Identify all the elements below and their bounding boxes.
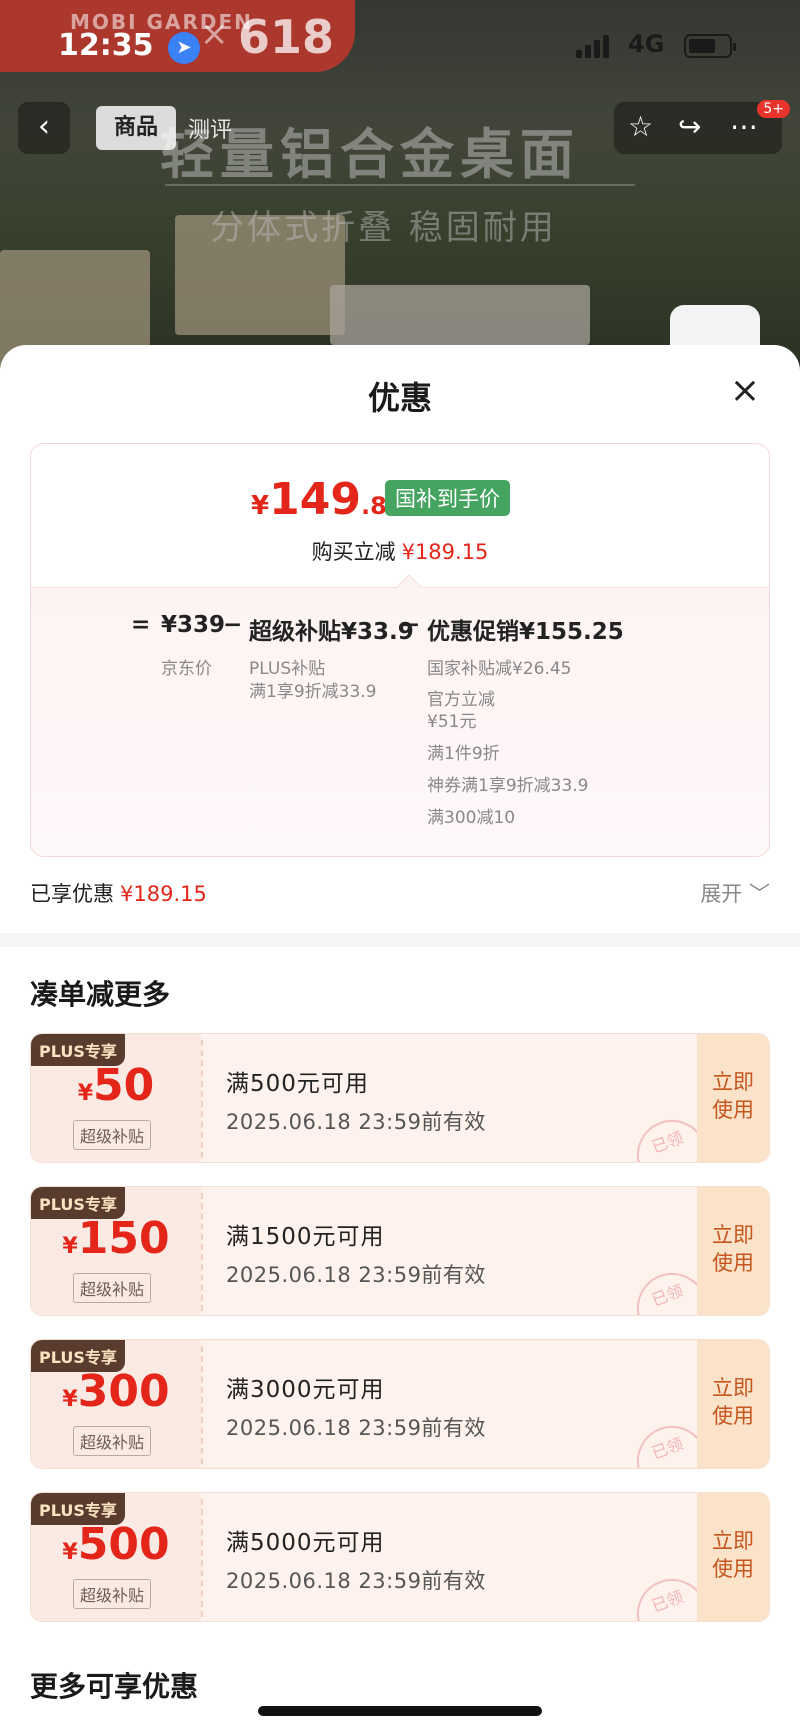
coupon-expiry: 2025.06.18 23:59前有效 xyxy=(226,1110,486,1134)
super-subsidy: 超级补贴¥33.9 xyxy=(249,619,414,645)
promo-detail: 神券满1享9折减33.9 xyxy=(427,776,589,796)
more-icon[interactable]: ⋯ xyxy=(730,110,758,143)
promo-detail: 国家补贴减¥26.45 xyxy=(427,659,572,679)
network-label: 4G xyxy=(628,30,665,58)
coupon-condition: 满1500元可用 xyxy=(226,1224,385,1250)
minus-sign: − xyxy=(401,612,421,638)
coupon-amount: ¥300 xyxy=(62,1366,170,1417)
subsidy-detail: PLUS补贴 xyxy=(249,659,326,679)
home-indicator[interactable] xyxy=(258,1706,542,1716)
battery-icon xyxy=(684,34,736,58)
instant-discount: 购买立减 ¥189.15 xyxy=(311,540,489,564)
coupon-type-label: 超级补贴 xyxy=(73,1120,152,1150)
equals-sign: = xyxy=(131,612,151,638)
coupon-condition: 满5000元可用 xyxy=(226,1530,385,1556)
coupon-amount: ¥150 xyxy=(62,1213,170,1264)
tab-product[interactable]: 商品 xyxy=(96,106,176,150)
coupon-card[interactable]: PLUS专享 ¥300 超级补贴 满3000元可用 2025.06.18 23:… xyxy=(30,1339,770,1469)
section-title-bundle: 凑单减更多 xyxy=(30,978,171,1011)
coupon-type-label: 超级补贴 xyxy=(73,1579,152,1609)
use-now-button[interactable]: 立即 使用 xyxy=(697,1340,769,1468)
coupon-card[interactable]: PLUS专享 ¥500 超级补贴 满5000元可用 2025.06.18 23:… xyxy=(30,1492,770,1622)
chevron-left-icon: ‹ xyxy=(38,109,50,144)
star-icon[interactable]: ☆ xyxy=(628,110,653,143)
sheet-title: 优惠 xyxy=(367,379,432,417)
message-badge: 5+ xyxy=(757,100,790,118)
coupon-expiry: 2025.06.18 23:59前有效 xyxy=(226,1416,486,1440)
coupon-card[interactable]: PLUS专享 ¥150 超级补贴 满1500元可用 2025.06.18 23:… xyxy=(30,1186,770,1316)
final-price: ¥149.85 xyxy=(251,474,404,525)
section-divider xyxy=(0,933,800,947)
promo-discount: 优惠促销¥155.25 xyxy=(427,619,624,645)
section-title-more-offers: 更多可享优惠 xyxy=(30,1670,199,1703)
status-time: 12:35 xyxy=(58,28,154,63)
promo-detail: ¥51元 xyxy=(427,712,477,732)
use-now-button[interactable]: 立即 使用 xyxy=(697,1187,769,1315)
promo-detail: 满300减10 xyxy=(427,808,516,828)
coupon-condition: 满500元可用 xyxy=(226,1071,369,1097)
enjoyed-discount: 已享优惠 ¥189.15 xyxy=(30,882,207,906)
coupon-expiry: 2025.06.18 23:59前有效 xyxy=(226,1569,486,1593)
jd-price-label: 京东价 xyxy=(161,659,212,679)
coupon-expiry: 2025.06.18 23:59前有效 xyxy=(226,1263,486,1287)
use-now-button[interactable]: 立即 使用 xyxy=(697,1493,769,1621)
coupon-type-label: 超级补贴 xyxy=(73,1273,152,1303)
discount-sheet: 优惠 × ¥149.85 国补到手价 购买立减 ¥189.15 = ¥339 京东… xyxy=(0,345,800,1730)
location-arrow-icon: ➤ xyxy=(168,32,200,64)
signal-icon xyxy=(576,34,610,58)
coupon-card[interactable]: PLUS专享 ¥50 超级补贴 满500元可用 2025.06.18 23:59… xyxy=(30,1033,770,1163)
minus-sign: − xyxy=(223,612,243,638)
promo-detail: 满1件9折 xyxy=(427,744,500,764)
use-now-button[interactable]: 立即 使用 xyxy=(697,1034,769,1162)
tab-review[interactable]: 测评 xyxy=(188,112,232,144)
close-icon[interactable]: × xyxy=(730,373,760,409)
jd-price: ¥339 xyxy=(161,612,226,638)
gov-subsidy-tag: 国补到手价 xyxy=(385,480,510,516)
expand-button[interactable]: 展开 ﹀ xyxy=(700,878,770,908)
subsidy-detail: 满1享9折减33.9 xyxy=(249,682,377,702)
coupon-type-label: 超级补贴 xyxy=(73,1426,152,1456)
brand-separator: × xyxy=(200,14,229,54)
coupon-condition: 满3000元可用 xyxy=(226,1377,385,1403)
price-breakdown-card: ¥149.85 国补到手价 购买立减 ¥189.15 = ¥339 京东价 − 超… xyxy=(30,443,770,857)
event-logo: 618 xyxy=(238,10,335,64)
coupon-amount: ¥50 xyxy=(77,1060,155,1111)
back-button[interactable]: ‹ xyxy=(18,102,70,154)
coupon-amount: ¥500 xyxy=(62,1519,170,1570)
share-icon[interactable]: ↪ xyxy=(678,110,701,143)
